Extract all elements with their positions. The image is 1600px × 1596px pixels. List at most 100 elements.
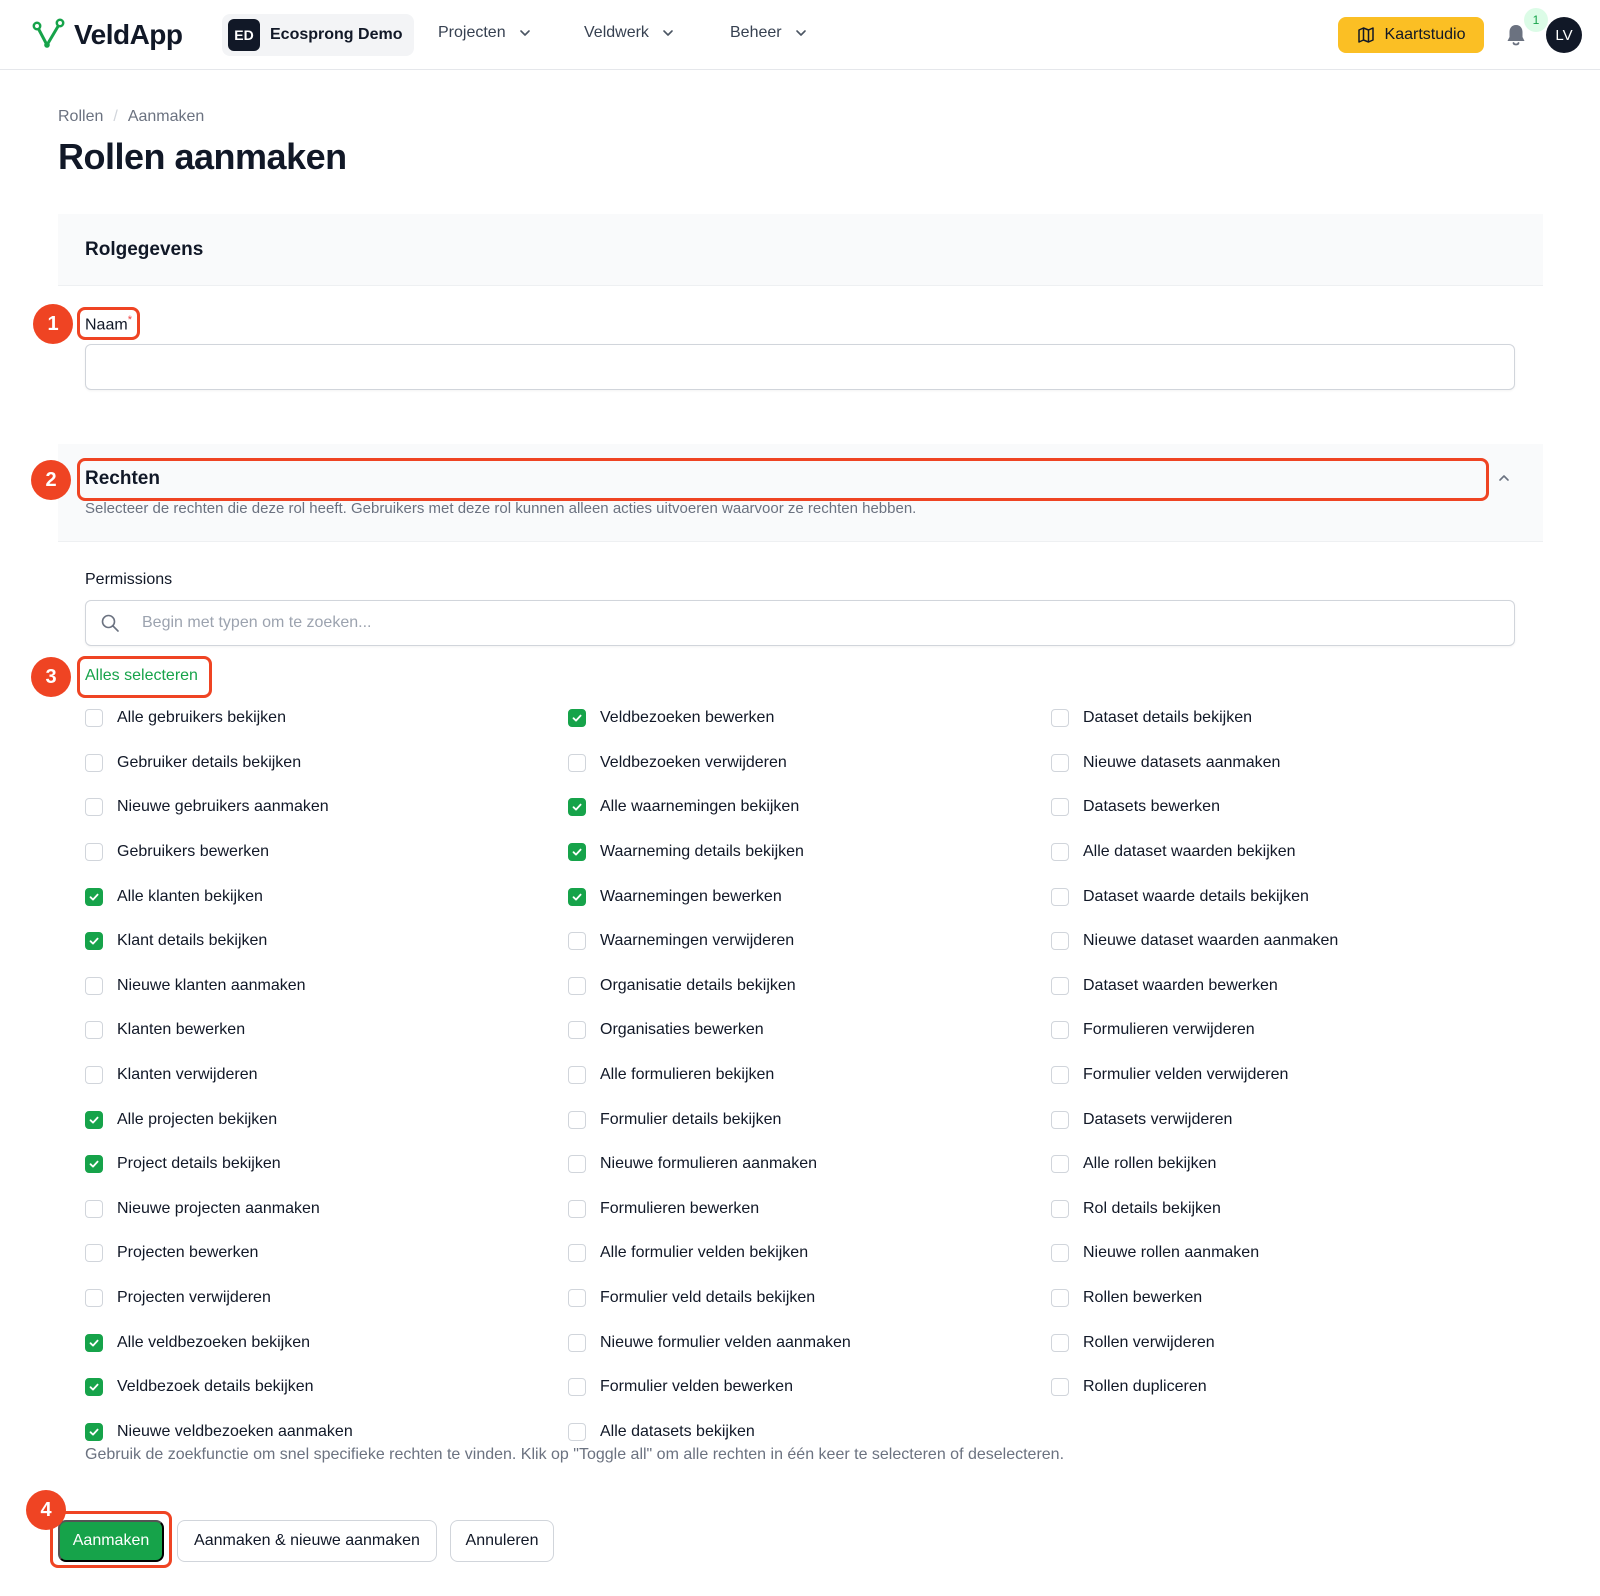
permission-checkbox[interactable]: [85, 1066, 103, 1085]
permission-checkbox[interactable]: [1051, 1199, 1069, 1218]
permission-item[interactable]: Veldbezoeken verwijderen: [568, 741, 1038, 786]
permission-item[interactable]: Alle gebruikers bekijken: [85, 696, 555, 741]
permission-item[interactable]: Alle klanten bekijken: [85, 874, 555, 919]
permission-checkbox[interactable]: [568, 843, 586, 862]
permission-item[interactable]: Nieuwe formulier velden aanmaken: [568, 1320, 1038, 1365]
permission-checkbox[interactable]: [1051, 1155, 1069, 1174]
permission-item[interactable]: Formulier velden verwijderen: [1051, 1053, 1521, 1098]
permission-item[interactable]: Nieuwe datasets aanmaken: [1051, 741, 1521, 786]
permission-item[interactable]: Formulieren verwijderen: [1051, 1008, 1521, 1053]
permission-item[interactable]: Nieuwe projecten aanmaken: [85, 1187, 555, 1232]
permission-item[interactable]: Dataset waarde details bekijken: [1051, 874, 1521, 919]
permission-checkbox[interactable]: [85, 843, 103, 862]
permission-item[interactable]: Nieuwe gebruikers aanmaken: [85, 785, 555, 830]
permission-checkbox[interactable]: [85, 1244, 103, 1263]
permission-item[interactable]: Project details bekijken: [85, 1142, 555, 1187]
permission-checkbox[interactable]: [85, 1021, 103, 1040]
permission-checkbox[interactable]: [568, 1378, 586, 1397]
permission-item[interactable]: Datasets verwijderen: [1051, 1097, 1521, 1142]
nav-projecten[interactable]: Projecten: [438, 24, 532, 42]
permission-checkbox[interactable]: [568, 1199, 586, 1218]
permission-item[interactable]: Nieuwe dataset waarden aanmaken: [1051, 919, 1521, 964]
permission-item[interactable]: Rollen verwijderen: [1051, 1320, 1521, 1365]
permission-item[interactable]: Alle dataset waarden bekijken: [1051, 830, 1521, 875]
permission-checkbox[interactable]: [1051, 1066, 1069, 1085]
permission-checkbox[interactable]: [1051, 1333, 1069, 1352]
permission-checkbox[interactable]: [1051, 976, 1069, 995]
tenant-switcher[interactable]: ED Ecosprong Demo: [222, 14, 415, 56]
permission-checkbox[interactable]: [85, 976, 103, 995]
permission-checkbox[interactable]: [568, 976, 586, 995]
permission-checkbox[interactable]: [568, 1155, 586, 1174]
nav-veldwerk[interactable]: Veldwerk: [584, 24, 675, 42]
permission-checkbox[interactable]: [568, 1110, 586, 1129]
permission-item[interactable]: Gebruikers bewerken: [85, 830, 555, 875]
permission-checkbox[interactable]: [568, 753, 586, 772]
permission-checkbox[interactable]: [1051, 887, 1069, 906]
breadcrumb-rollen[interactable]: Rollen: [58, 108, 103, 126]
permission-item[interactable]: Alle veldbezoeken bekijken: [85, 1320, 555, 1365]
permission-item[interactable]: Formulieren bewerken: [568, 1187, 1038, 1232]
permission-checkbox[interactable]: [1051, 753, 1069, 772]
permission-checkbox[interactable]: [85, 1155, 103, 1174]
permission-item[interactable]: Alle waarnemingen bekijken: [568, 785, 1038, 830]
permission-checkbox[interactable]: [85, 1199, 103, 1218]
permission-checkbox[interactable]: [568, 1021, 586, 1040]
permission-item[interactable]: Organisaties bewerken: [568, 1008, 1038, 1053]
permission-checkbox[interactable]: [568, 1289, 586, 1308]
permission-checkbox[interactable]: [1051, 1289, 1069, 1308]
permission-checkbox[interactable]: [568, 1066, 586, 1085]
permission-item[interactable]: Organisatie details bekijken: [568, 964, 1038, 1009]
permission-item[interactable]: Alle formulieren bekijken: [568, 1053, 1038, 1098]
permission-item[interactable]: Formulier velden bewerken: [568, 1365, 1038, 1410]
permission-checkbox[interactable]: [85, 798, 103, 817]
permission-checkbox[interactable]: [1051, 1021, 1069, 1040]
permission-item[interactable]: Dataset waarden bewerken: [1051, 964, 1521, 1009]
permission-checkbox[interactable]: [568, 887, 586, 906]
permission-checkbox[interactable]: [568, 1422, 586, 1441]
permission-checkbox[interactable]: [85, 1333, 103, 1352]
permission-item[interactable]: Rol details bekijken: [1051, 1187, 1521, 1232]
permission-item[interactable]: Gebruiker details bekijken: [85, 741, 555, 786]
naam-input[interactable]: [85, 344, 1515, 390]
permission-checkbox[interactable]: [85, 887, 103, 906]
cancel-button[interactable]: Annuleren: [450, 1520, 554, 1562]
permission-checkbox[interactable]: [1051, 1110, 1069, 1129]
permission-item[interactable]: Formulier details bekijken: [568, 1097, 1038, 1142]
permissions-search-input[interactable]: [142, 602, 1492, 644]
permission-checkbox[interactable]: [568, 709, 586, 728]
permission-checkbox[interactable]: [85, 753, 103, 772]
permission-checkbox[interactable]: [1051, 1378, 1069, 1397]
permission-checkbox[interactable]: [1051, 1244, 1069, 1263]
permission-checkbox[interactable]: [1051, 843, 1069, 862]
permission-item[interactable]: Klanten bewerken: [85, 1008, 555, 1053]
permission-checkbox[interactable]: [85, 1378, 103, 1397]
permission-checkbox[interactable]: [85, 1110, 103, 1129]
permission-item[interactable]: Waarnemingen verwijderen: [568, 919, 1038, 964]
permission-item[interactable]: Klanten verwijderen: [85, 1053, 555, 1098]
permission-item[interactable]: Waarneming details bekijken: [568, 830, 1038, 875]
app-logo[interactable]: VeldApp: [32, 18, 183, 52]
permission-item[interactable]: Waarnemingen bewerken: [568, 874, 1038, 919]
permission-item[interactable]: Veldbezoek details bekijken: [85, 1365, 555, 1410]
permission-checkbox[interactable]: [1051, 709, 1069, 728]
permission-checkbox[interactable]: [568, 1244, 586, 1263]
permission-checkbox[interactable]: [1051, 932, 1069, 951]
permission-item[interactable]: Alle rollen bekijken: [1051, 1142, 1521, 1187]
permission-item[interactable]: Rollen dupliceren: [1051, 1365, 1521, 1410]
permission-item[interactable]: Datasets bewerken: [1051, 785, 1521, 830]
permission-item[interactable]: Nieuwe klanten aanmaken: [85, 964, 555, 1009]
bell-icon[interactable]: [1504, 22, 1528, 48]
permission-checkbox[interactable]: [85, 1422, 103, 1441]
permission-checkbox[interactable]: [568, 932, 586, 951]
permission-item[interactable]: Formulier veld details bekijken: [568, 1276, 1038, 1321]
permission-item[interactable]: Nieuwe rollen aanmaken: [1051, 1231, 1521, 1276]
permission-item[interactable]: Alle projecten bekijken: [85, 1097, 555, 1142]
create-and-new-button[interactable]: Aanmaken & nieuwe aanmaken: [177, 1520, 437, 1562]
permission-checkbox[interactable]: [1051, 798, 1069, 817]
permission-item[interactable]: Projecten verwijderen: [85, 1276, 555, 1321]
permission-checkbox[interactable]: [85, 709, 103, 728]
nav-beheer[interactable]: Beheer: [730, 24, 808, 42]
permission-checkbox[interactable]: [85, 1289, 103, 1308]
permission-item[interactable]: Projecten bewerken: [85, 1231, 555, 1276]
